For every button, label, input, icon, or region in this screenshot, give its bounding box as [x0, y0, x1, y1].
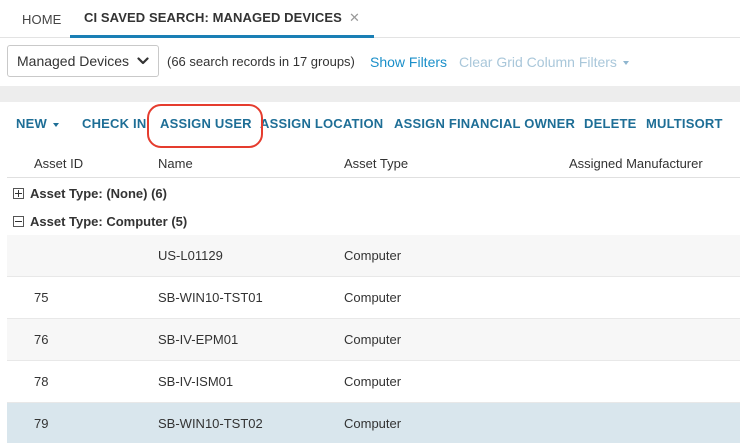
- multisort-button[interactable]: MULTISORT: [646, 116, 723, 131]
- tab-home-label: HOME: [22, 11, 62, 27]
- grid-header: Asset ID Name Asset Type Assigned Manufa…: [7, 150, 740, 178]
- divider-strip: [0, 86, 740, 102]
- cell-asset-id: 78: [34, 374, 49, 389]
- cell-name: SB-IV-ISM01: [158, 374, 234, 389]
- column-header-assigned-manufacturer[interactable]: Assigned Manufacturer: [569, 156, 703, 171]
- assign-financial-owner-button[interactable]: ASSIGN FINANCIAL OWNER: [394, 116, 575, 131]
- cell-name: US-L01129: [158, 248, 223, 263]
- cell-asset-id: 79: [34, 416, 49, 431]
- cell-asset-id: 76: [34, 332, 49, 347]
- delete-button[interactable]: DELETE: [584, 116, 636, 131]
- cell-asset-type: Computer: [344, 248, 402, 263]
- group-row-computer: Asset Type: Computer (5): [7, 207, 740, 235]
- tab-ci-saved-search-label: CI SAVED SEARCH: MANAGED DEVICES: [84, 10, 342, 25]
- record-count: (66 search records in 17 groups): [167, 54, 355, 69]
- saved-search-select-value: Managed Devices: [17, 53, 130, 69]
- filter-bar: Managed Devices (66 search records in 17…: [0, 38, 740, 86]
- tab-home[interactable]: HOME: [8, 0, 75, 38]
- collapse-minus-icon[interactable]: [13, 215, 24, 227]
- table-row[interactable]: 76 SB-IV-EPM01 Computer: [7, 319, 740, 361]
- caret-down-icon: [622, 61, 629, 66]
- show-filters-link[interactable]: Show Filters: [370, 54, 447, 70]
- cell-asset-type: Computer: [344, 416, 402, 431]
- tab-ci-saved-search[interactable]: CI SAVED SEARCH: MANAGED DEVICES ✕: [70, 0, 374, 38]
- cell-name: SB-IV-EPM01: [158, 332, 239, 347]
- cell-asset-type: Computer: [344, 374, 402, 389]
- group-label: Asset Type: Computer (5): [30, 213, 188, 229]
- cell-name: SB-WIN10-TST01: [158, 290, 263, 305]
- tab-bar: HOME CI SAVED SEARCH: MANAGED DEVICES ✕: [0, 0, 740, 38]
- grid-panel: NEW CHECK IN ASSIGN USER ASSIGN LOCATION…: [7, 102, 740, 443]
- caret-down-icon: [52, 122, 59, 127]
- column-header-name[interactable]: Name: [158, 156, 193, 171]
- chevron-down-icon: [137, 57, 149, 65]
- column-header-asset-type[interactable]: Asset Type: [344, 156, 408, 171]
- grid-toolbar: NEW CHECK IN ASSIGN USER ASSIGN LOCATION…: [7, 102, 740, 148]
- column-header-asset-id[interactable]: Asset ID: [34, 156, 83, 171]
- table-row[interactable]: US-L01129 Computer: [7, 235, 740, 277]
- group-row-none: Asset Type: (None) (6): [7, 179, 740, 207]
- cell-name: SB-WIN10-TST02: [158, 416, 263, 431]
- new-button[interactable]: NEW: [16, 116, 59, 131]
- cell-asset-id: 75: [34, 290, 49, 305]
- assign-user-button[interactable]: ASSIGN USER: [160, 116, 252, 131]
- table-row[interactable]: 75 SB-WIN10-TST01 Computer: [7, 277, 740, 319]
- clear-grid-filters-label: Clear Grid Column Filters: [459, 54, 617, 70]
- close-icon[interactable]: ✕: [349, 10, 360, 26]
- saved-search-select[interactable]: Managed Devices: [7, 45, 159, 77]
- new-button-label: NEW: [16, 116, 47, 131]
- clear-grid-filters-link[interactable]: Clear Grid Column Filters: [459, 54, 629, 70]
- cell-asset-type: Computer: [344, 290, 402, 305]
- table-row[interactable]: 78 SB-IV-ISM01 Computer: [7, 361, 740, 403]
- check-in-button[interactable]: CHECK IN: [82, 116, 146, 131]
- table-row-selected[interactable]: 79 SB-WIN10-TST02 Computer: [7, 403, 740, 443]
- expand-plus-icon[interactable]: [13, 187, 24, 199]
- cell-asset-type: Computer: [344, 332, 402, 347]
- group-label: Asset Type: (None) (6): [30, 185, 167, 201]
- assign-location-button[interactable]: ASSIGN LOCATION: [260, 116, 383, 131]
